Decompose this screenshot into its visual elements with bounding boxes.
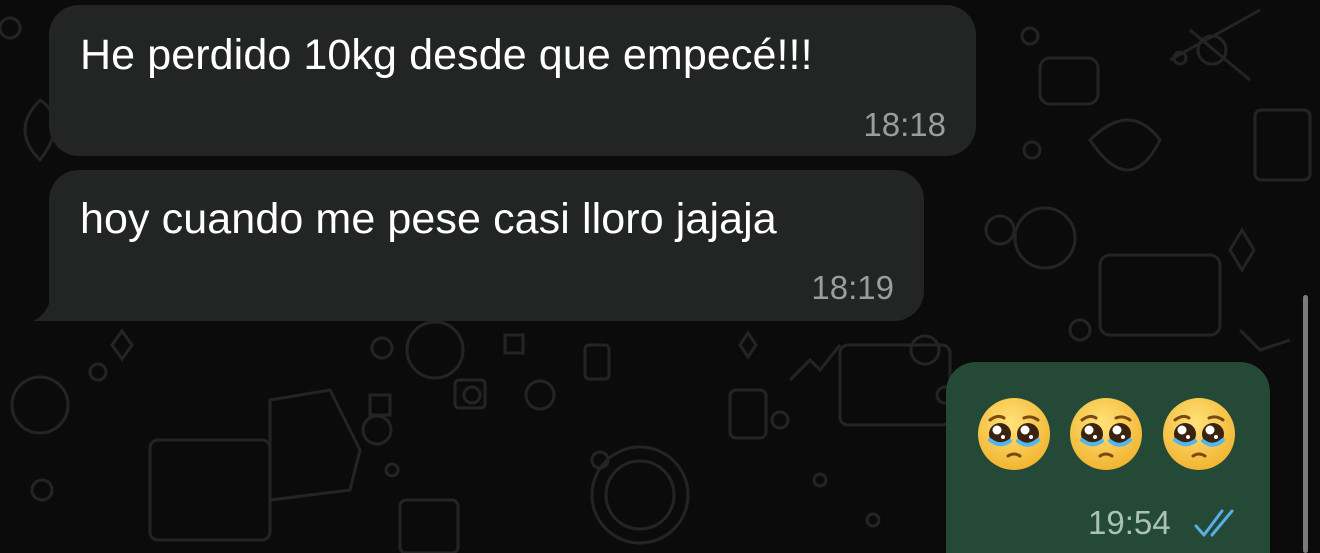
scrollbar-thumb[interactable] <box>1303 295 1308 553</box>
pleading-face-icon <box>978 398 1050 470</box>
message-text: hoy cuando me pese casi lloro jajaja <box>80 195 777 243</box>
message-timestamp: 19:54 <box>1088 504 1171 541</box>
message-bubble-outgoing[interactable]: 19:54 <box>946 362 1270 553</box>
bubble-tail <box>33 290 61 321</box>
message-bubble-incoming[interactable]: He perdido 10kg desde que empecé!!! 18:1… <box>49 5 976 156</box>
pleading-face-icon <box>1070 398 1142 470</box>
message-timestamp: 18:18 <box>863 106 946 143</box>
message-text: He perdido 10kg desde que empecé!!! <box>80 31 813 79</box>
message-bubble-incoming[interactable]: hoy cuando me pese casi lloro jajaja 18:… <box>49 170 924 321</box>
pleading-face-icon <box>1163 398 1235 470</box>
read-receipt-icon <box>1194 509 1234 537</box>
message-timestamp: 18:19 <box>811 269 894 306</box>
